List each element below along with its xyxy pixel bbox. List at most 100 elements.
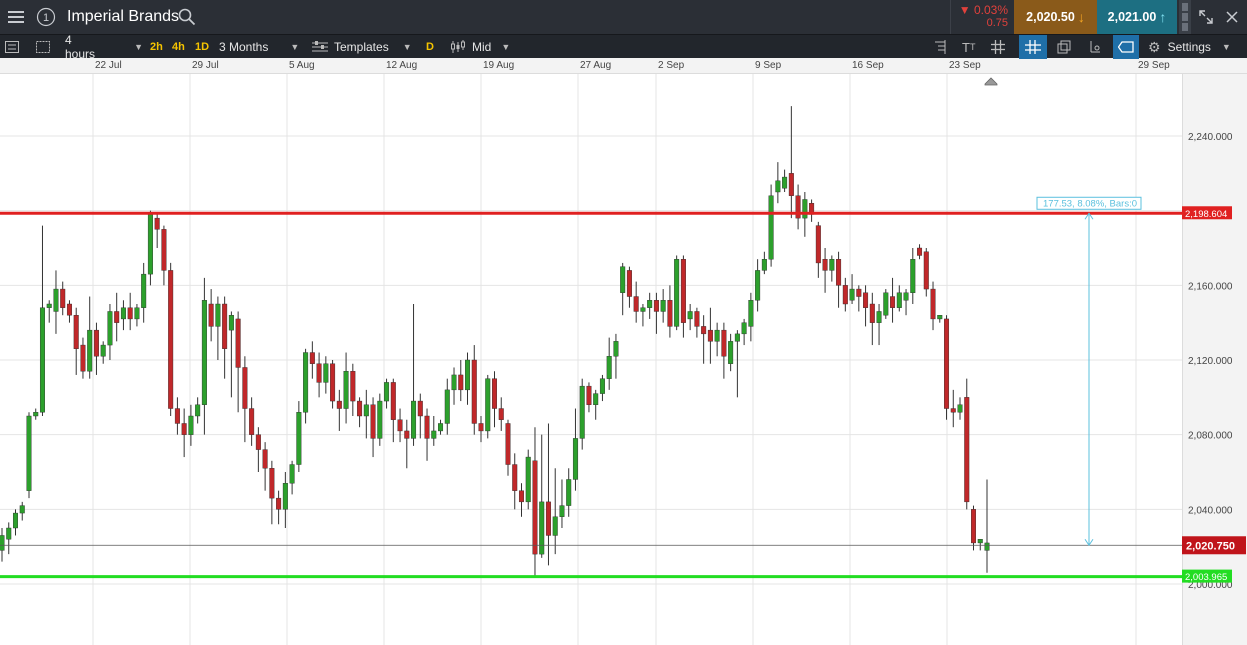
templates-label: Templates <box>334 40 389 54</box>
candle-down <box>390 382 396 420</box>
candle-down <box>262 449 268 469</box>
price-type-label: Mid <box>472 40 492 54</box>
candle-up <box>343 371 349 409</box>
candle-up <box>525 456 531 503</box>
range-dropdown[interactable]: 3 Months ▼ <box>219 35 301 59</box>
search-icon[interactable] <box>178 8 196 26</box>
layout-icon[interactable] <box>36 35 52 59</box>
candle-down <box>235 318 241 368</box>
candle-up <box>741 322 747 335</box>
arrow-up-icon: ↑ <box>1159 9 1167 25</box>
candle-down <box>917 247 923 256</box>
quick-interval-4h[interactable]: 4h <box>172 35 185 59</box>
candle-down <box>842 285 848 305</box>
candle-down <box>518 490 524 503</box>
cursor-tool-icon[interactable] <box>1088 35 1106 59</box>
measure-label: 177.53, 8.08%, Bars:0 <box>1043 198 1137 209</box>
candle-down <box>923 251 929 290</box>
candle-down <box>532 460 538 555</box>
quick-interval-1d[interactable]: 1D <box>195 35 209 59</box>
candle-up <box>552 516 558 536</box>
candles-icon <box>451 40 465 53</box>
candle-down <box>330 363 336 402</box>
candle-down <box>822 259 828 271</box>
candle-down <box>505 423 511 465</box>
candle-up <box>19 505 25 514</box>
candle-down <box>417 400 423 417</box>
expand-icon[interactable] <box>1194 0 1218 34</box>
candle-up <box>188 415 194 435</box>
close-icon[interactable] <box>1220 0 1244 34</box>
candle-up <box>761 259 767 271</box>
candle-up <box>802 199 808 219</box>
info-icon[interactable]: 1 <box>34 0 58 34</box>
candle-up <box>734 333 740 342</box>
candle-up <box>26 415 32 491</box>
candle-up <box>323 363 329 383</box>
candle-up <box>984 542 990 551</box>
candle-up <box>33 412 39 417</box>
change-absolute: 0.75 <box>986 17 1008 29</box>
candle-down <box>154 217 160 230</box>
candle-up <box>937 315 943 320</box>
copy-icon[interactable] <box>1057 35 1075 59</box>
grid-icon[interactable] <box>991 35 1009 59</box>
list-view-icon[interactable] <box>5 35 21 59</box>
candle-up <box>384 382 390 402</box>
indicator-list-icon[interactable] <box>933 35 949 59</box>
candle-up <box>6 527 12 540</box>
candle-down <box>626 270 632 297</box>
candle-down <box>168 270 174 409</box>
candle-up <box>141 273 147 308</box>
buy-price: 2,021.00 <box>1107 10 1157 24</box>
candle-down <box>174 408 180 424</box>
chevron-down-icon: ▼ <box>501 42 511 52</box>
quick-interval-2h[interactable]: 2h <box>150 35 163 59</box>
candle-up <box>728 341 734 364</box>
candle-up <box>896 292 902 308</box>
candle-up <box>134 307 140 320</box>
candle-up <box>46 303 52 308</box>
crosshair-grid-icon[interactable] <box>1019 35 1047 59</box>
x-tick-label: 2 Sep <box>658 60 685 71</box>
price-chart[interactable]: 177.53, 8.08%, Bars:0 <box>0 0 1247 645</box>
chevron-down-icon: ▼ <box>402 42 412 52</box>
settings-dropdown[interactable]: ⚙ Settings ▼ <box>1148 35 1240 59</box>
candle-up <box>775 180 781 193</box>
d-button[interactable]: D <box>426 35 434 59</box>
tag-tool-icon[interactable] <box>1113 35 1139 59</box>
x-tick-label: 29 Sep <box>1138 60 1170 71</box>
scroll-handle[interactable] <box>1179 0 1191 34</box>
candlestick-series <box>0 106 990 577</box>
menu-icon[interactable] <box>0 0 32 34</box>
templates-dropdown[interactable]: Templates ▼ <box>312 35 412 59</box>
price-axis[interactable] <box>1182 74 1247 645</box>
candle-down <box>836 259 842 286</box>
candle-up <box>849 288 855 301</box>
candle-down <box>458 374 464 391</box>
price-type-dropdown[interactable]: Mid ▼ <box>450 35 516 59</box>
sell-price-button[interactable]: 2,020.50 ↓ <box>1014 0 1097 34</box>
candle-up <box>539 501 545 555</box>
candle-down <box>586 385 592 405</box>
x-tick-label: 23 Sep <box>949 60 981 71</box>
candle-down <box>269 468 275 499</box>
candle-down <box>80 344 86 372</box>
candle-down <box>694 311 700 327</box>
chevron-down-icon: ▼ <box>290 42 300 52</box>
buy-price-button[interactable]: 2,021.00 ↑ <box>1097 0 1177 34</box>
candle-down <box>815 225 821 264</box>
templates-icon <box>312 41 328 52</box>
candle-up <box>431 430 437 439</box>
gear-icon: ⚙ <box>1148 38 1161 55</box>
interval-dropdown[interactable]: 4 hours ▼ <box>65 33 143 61</box>
candle-down <box>971 509 977 544</box>
x-tick-label: 27 Aug <box>580 60 612 71</box>
instrument-name[interactable]: Imperial Brands <box>67 0 179 34</box>
text-tool-icon[interactable]: TT <box>962 35 980 59</box>
x-tick-label: 12 Aug <box>386 60 418 71</box>
candle-up <box>451 374 457 391</box>
arrow-down-icon: ↓ <box>1077 9 1085 25</box>
candle-down <box>208 303 214 327</box>
candle-up <box>289 464 295 484</box>
